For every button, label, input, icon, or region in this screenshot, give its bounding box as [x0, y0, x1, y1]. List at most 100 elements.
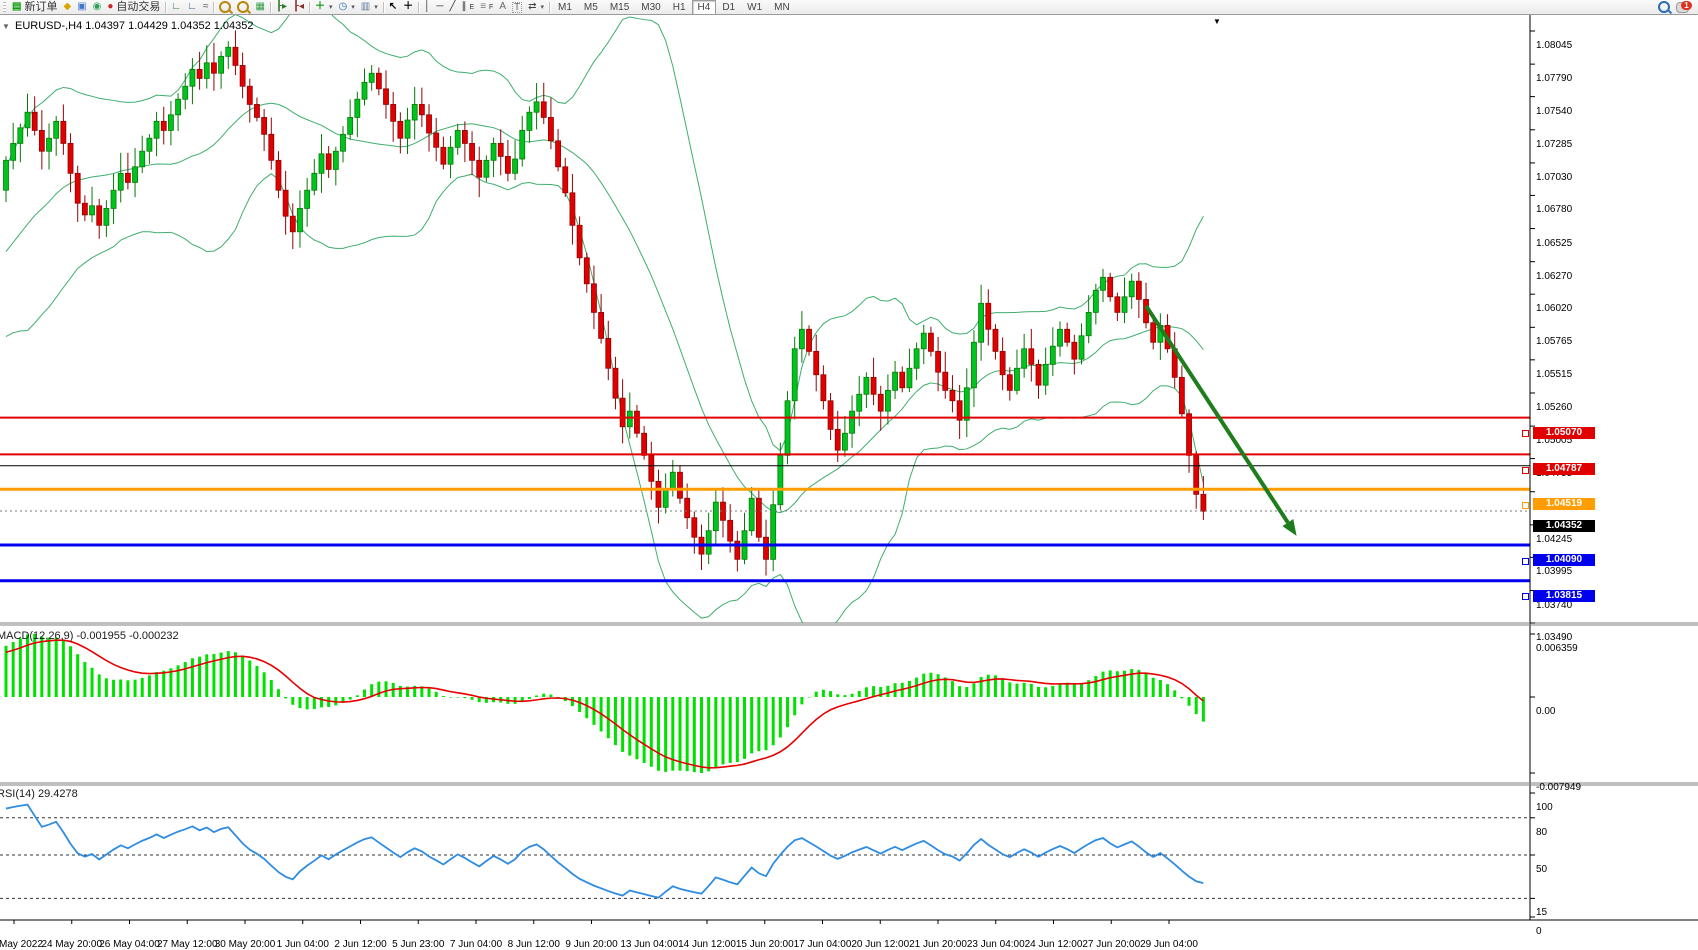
candle	[613, 368, 618, 398]
macd-axis-label: 0.006359	[1536, 643, 1578, 654]
candle	[118, 173, 123, 190]
candle	[591, 284, 596, 313]
data-window-button[interactable]: ▣	[74, 1, 89, 14]
candle	[305, 190, 310, 208]
new-order-button[interactable]: ▤ 新订单	[9, 1, 60, 14]
bollinger-middle	[6, 103, 1203, 512]
toolbar-grip[interactable]	[3, 2, 6, 12]
rsi-axis-label: 100	[1536, 802, 1553, 813]
notifications-button[interactable]: 1	[1673, 1, 1692, 14]
tile-windows-button[interactable]: ▦	[252, 1, 267, 14]
channel-button[interactable]: ∥E	[459, 1, 478, 14]
candle	[771, 505, 776, 560]
price-tick-label: 1.08045	[1536, 40, 1572, 51]
date-label: 2 Jun 12:00	[334, 939, 386, 950]
candle	[32, 112, 37, 130]
indicator-window-button[interactable]: ┠▸	[273, 1, 290, 14]
add-indicator-icon: ＋	[315, 1, 325, 13]
candle	[1079, 336, 1084, 359]
candle	[82, 203, 87, 215]
zoom-in-button[interactable]	[216, 1, 234, 14]
candle	[634, 411, 639, 433]
arrows-button[interactable]: ⇄▾	[525, 1, 547, 14]
hline-handle[interactable]	[1522, 502, 1529, 509]
hline-handle[interactable]	[1522, 558, 1529, 565]
text-icon: A	[499, 1, 506, 13]
candle	[907, 368, 912, 387]
timeframe-D1[interactable]: D1	[716, 0, 741, 15]
date-label: 5 Jun 23:00	[392, 939, 444, 950]
trend-arrow[interactable]	[1146, 306, 1297, 536]
autotrading-button[interactable]: ● 自动交易	[104, 1, 163, 14]
hline-handle[interactable]	[1522, 467, 1529, 474]
candle	[1122, 297, 1127, 313]
cursor-button[interactable]: ↖	[386, 1, 400, 14]
candle	[376, 73, 381, 89]
crosshair-button[interactable]: ＋	[400, 1, 416, 14]
candle	[1014, 368, 1019, 390]
candle	[1000, 351, 1005, 374]
trendline-button[interactable]: ╱	[447, 1, 459, 14]
zoom-out-button[interactable]	[234, 1, 252, 14]
timeframe-M5[interactable]: M5	[578, 0, 604, 15]
hline-handle[interactable]	[1522, 430, 1529, 437]
vertical-line-button[interactable]: │	[421, 1, 433, 14]
candle	[1036, 364, 1041, 385]
date-label: 15 Jun 20:00	[736, 939, 794, 950]
chart-window: ▼ EURUSD-,H4 1.04397 1.04429 1.04352 1.0…	[0, 15, 1698, 939]
horizontal-line-button[interactable]: ─	[433, 1, 446, 14]
candle	[1093, 290, 1098, 312]
fibonacci-icon: ≡	[480, 1, 486, 13]
add-indicator-button[interactable]: ＋▾	[312, 1, 336, 14]
candle	[993, 329, 998, 351]
candle	[18, 128, 23, 144]
candle	[1115, 297, 1120, 313]
timeframe-H4[interactable]: H4	[692, 0, 717, 15]
candle	[498, 143, 503, 156]
rsi-axis-label: 15	[1536, 907, 1547, 918]
horizontal-line-icon: ─	[436, 1, 443, 13]
chat-bubble-icon: 1	[1676, 2, 1689, 13]
text-button[interactable]: A	[496, 1, 509, 14]
chart-shift-marker[interactable]: ▼	[1213, 17, 1221, 26]
candle	[1065, 329, 1070, 342]
candle	[642, 433, 647, 455]
candle	[1072, 342, 1077, 359]
candle	[455, 130, 460, 147]
date-label: 24 Jun 12:00	[1025, 939, 1083, 950]
template-icon: ▥	[361, 1, 370, 13]
candle	[369, 73, 374, 82]
crosshair-icon: ＋	[403, 1, 413, 13]
candle	[857, 394, 862, 411]
candle	[125, 173, 130, 182]
candles	[4, 30, 1206, 575]
timeframe-M1[interactable]: M1	[552, 0, 578, 15]
candle	[971, 342, 976, 387]
timeframe-W1[interactable]: W1	[741, 0, 768, 15]
label-button[interactable]: T	[509, 1, 525, 14]
indicator-window2-button[interactable]: ┠◂	[290, 1, 307, 14]
candle	[176, 99, 181, 115]
hline-handle[interactable]	[1522, 593, 1529, 600]
candle	[283, 190, 288, 216]
navigator-button[interactable]: ◉	[90, 1, 105, 14]
candle	[219, 56, 224, 73]
fibonacci-button[interactable]: ≡F	[477, 1, 496, 14]
search-button[interactable]	[1655, 1, 1673, 14]
candle	[706, 531, 711, 554]
timeframe-H1[interactable]: H1	[667, 0, 692, 15]
market-watch-button[interactable]: ◆	[60, 1, 74, 14]
candle	[828, 401, 833, 430]
timeframe-MN[interactable]: MN	[768, 0, 796, 15]
line-chart-button[interactable]: ≈	[200, 1, 212, 14]
timeframe-M15[interactable]: M15	[604, 0, 635, 15]
period-button[interactable]: ◷▾	[336, 1, 358, 14]
macd-histogram	[5, 634, 1205, 773]
candle	[649, 455, 654, 481]
timeframe-M30[interactable]: M30	[635, 0, 666, 15]
template-button[interactable]: ▥▾	[358, 1, 381, 14]
candle	[133, 167, 138, 183]
bar-chart-button[interactable]: ∟	[168, 1, 184, 14]
candle	[756, 498, 761, 537]
candlestick-chart-button[interactable]: ∟	[184, 1, 200, 14]
